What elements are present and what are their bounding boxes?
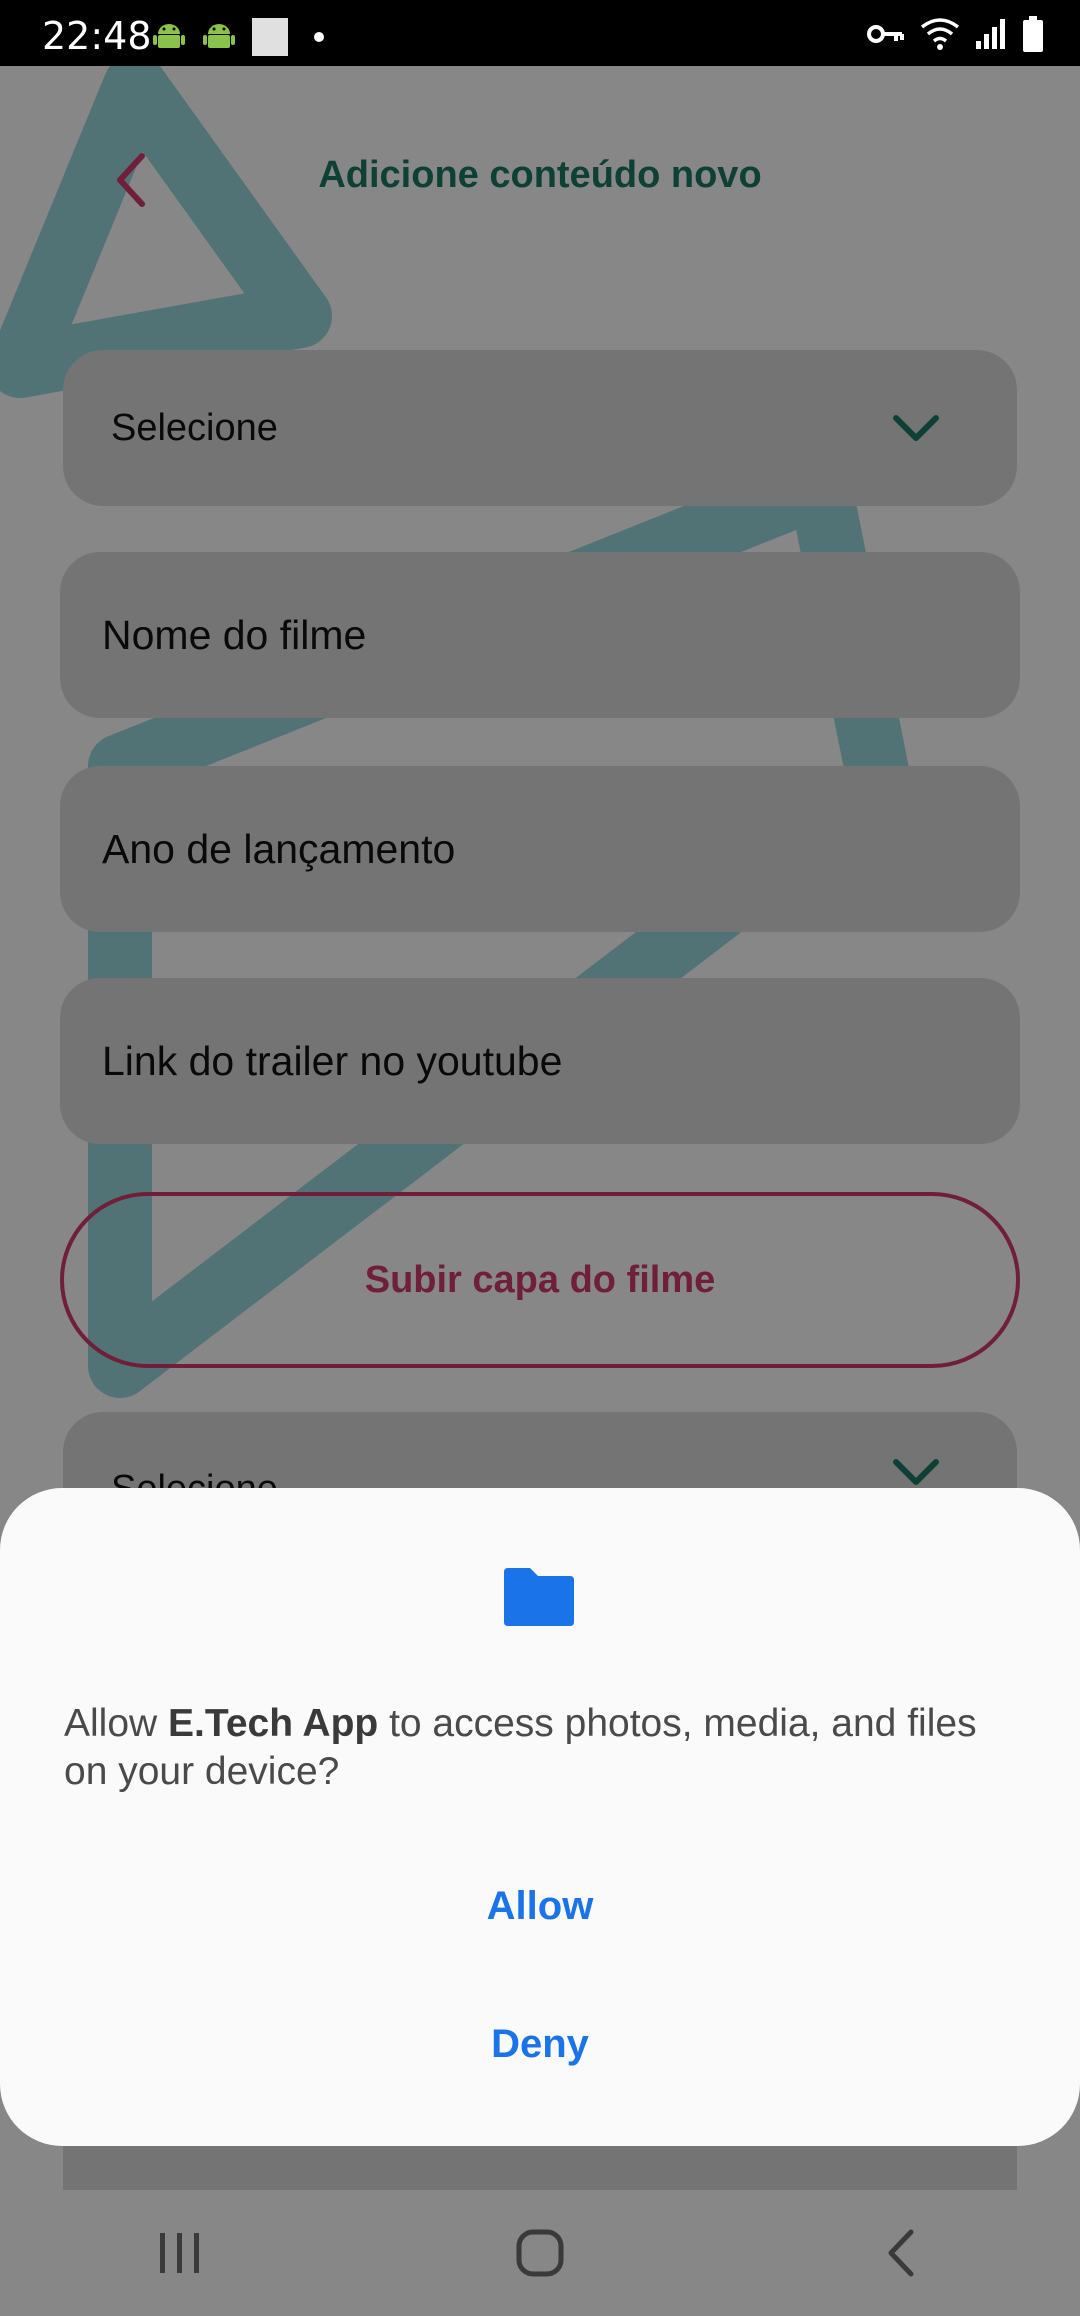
folder-icon xyxy=(504,1568,574,1626)
signal-icon xyxy=(976,19,1005,49)
recent-apps-icon xyxy=(160,2233,199,2273)
back-icon xyxy=(888,2229,914,2277)
system-back-button[interactable] xyxy=(840,2203,960,2303)
wifi-icon xyxy=(920,18,960,50)
more-notifications-dot xyxy=(314,32,324,42)
system-icons xyxy=(866,16,1044,52)
home-button[interactable] xyxy=(480,2203,600,2303)
allow-button[interactable]: Allow xyxy=(0,1884,1080,1929)
app-name: E.Tech App xyxy=(168,1702,379,1745)
android-icon xyxy=(153,24,185,48)
navigation-bar xyxy=(0,2190,1080,2316)
notification-icons xyxy=(152,18,324,56)
status-bar: 22:48 xyxy=(0,0,1080,66)
deny-button[interactable]: Deny xyxy=(0,2022,1080,2067)
recent-apps-button[interactable] xyxy=(120,2203,240,2303)
image-notification-icon xyxy=(252,18,288,56)
permission-dialog: Allow E.Tech App to access photos, media… xyxy=(0,1488,1080,2146)
battery-icon xyxy=(1023,16,1043,52)
android-icon xyxy=(203,24,235,48)
home-icon xyxy=(516,2229,564,2277)
status-time: 22:48 xyxy=(42,14,152,58)
vpn-key-icon xyxy=(867,25,904,43)
message-prefix: Allow xyxy=(64,1702,169,1745)
permission-message: Allow E.Tech App to access photos, media… xyxy=(64,1700,1014,1796)
